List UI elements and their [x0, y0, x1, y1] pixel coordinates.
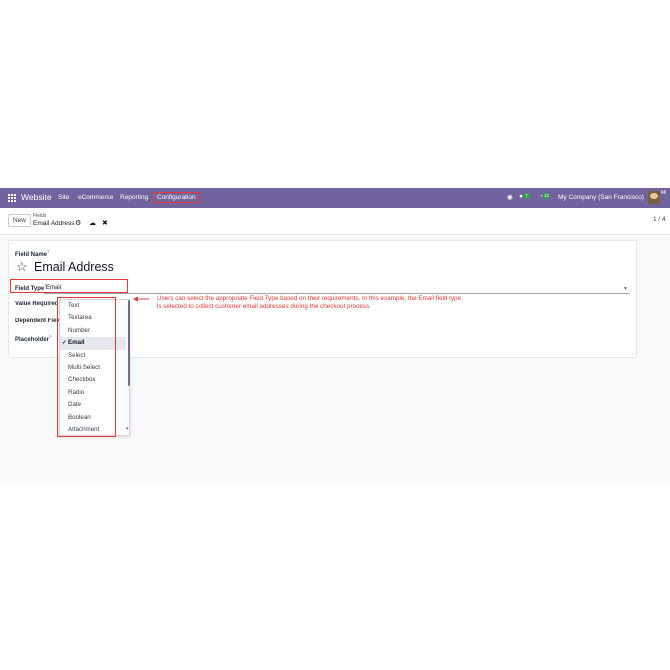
- annotation-line-1: Users can select the appropriate Field T…: [157, 295, 462, 302]
- new-button[interactable]: New: [8, 214, 31, 227]
- menu-reporting[interactable]: Reporting: [120, 194, 148, 201]
- breadcrumb-current: Email Address: [33, 220, 75, 227]
- chat-count-badge: 7: [522, 193, 530, 199]
- bug-icon[interactable]: ◉: [507, 193, 513, 201]
- dependent-field-label: Dependent Field: [15, 318, 59, 324]
- cloud-save-icon[interactable]: ☁: [89, 220, 96, 228]
- field-type-select[interactable]: Email: [46, 285, 61, 291]
- user-avatar[interactable]: [648, 191, 660, 204]
- menu-site[interactable]: Site: [58, 194, 69, 201]
- annotation-arrow-icon: [133, 296, 149, 302]
- dropdown-scrollbar[interactable]: [128, 300, 130, 386]
- company-switcher[interactable]: My Company (San Francisco): [558, 194, 644, 201]
- field-type-label: Field Type?: [15, 283, 47, 292]
- field-type-underline: [44, 293, 630, 294]
- value-required-label: Value Required: [15, 301, 59, 307]
- field-name-value[interactable]: Email Address: [34, 260, 114, 274]
- menu-configuration[interactable]: Configuration: [153, 191, 200, 203]
- favorite-star-icon[interactable]: ☆: [16, 259, 28, 275]
- chat-icon[interactable]: ● 7: [519, 193, 530, 200]
- pager-value[interactable]: 1 / 4: [653, 216, 666, 223]
- app-brand[interactable]: Website: [21, 192, 52, 202]
- activity-icon[interactable]: ◔12: [539, 193, 550, 200]
- scroll-down-icon[interactable]: ▼: [125, 426, 129, 431]
- top-navbar: Website Site eCommerce Reporting Configu…: [0, 188, 670, 208]
- control-panel: New Fields Email Address ⚙ ☁ ✖ 1 / 4: [0, 208, 670, 235]
- placeholder-label: Placeholder?: [15, 334, 52, 343]
- app-menu-grid-icon[interactable]: [8, 194, 16, 202]
- discard-x-icon[interactable]: ✖: [102, 220, 108, 228]
- app-screen: Website Site eCommerce Reporting Configu…: [0, 188, 670, 481]
- menu-ecommerce[interactable]: eCommerce: [78, 194, 113, 201]
- activity-count-badge: 12: [542, 193, 550, 199]
- annotation-note: Users can select the appropriate Field T…: [157, 295, 537, 312]
- gear-icon[interactable]: ⚙: [75, 220, 81, 228]
- user-initials: Mi: [661, 190, 667, 196]
- chevron-down-icon[interactable]: ▼: [623, 286, 628, 292]
- dropdown-highlight-box: [57, 297, 116, 437]
- field-name-label: Field Name?: [15, 249, 50, 258]
- breadcrumb-parent[interactable]: Fields: [33, 213, 46, 219]
- annotation-line-2: is selected to collect customer email ad…: [157, 303, 371, 311]
